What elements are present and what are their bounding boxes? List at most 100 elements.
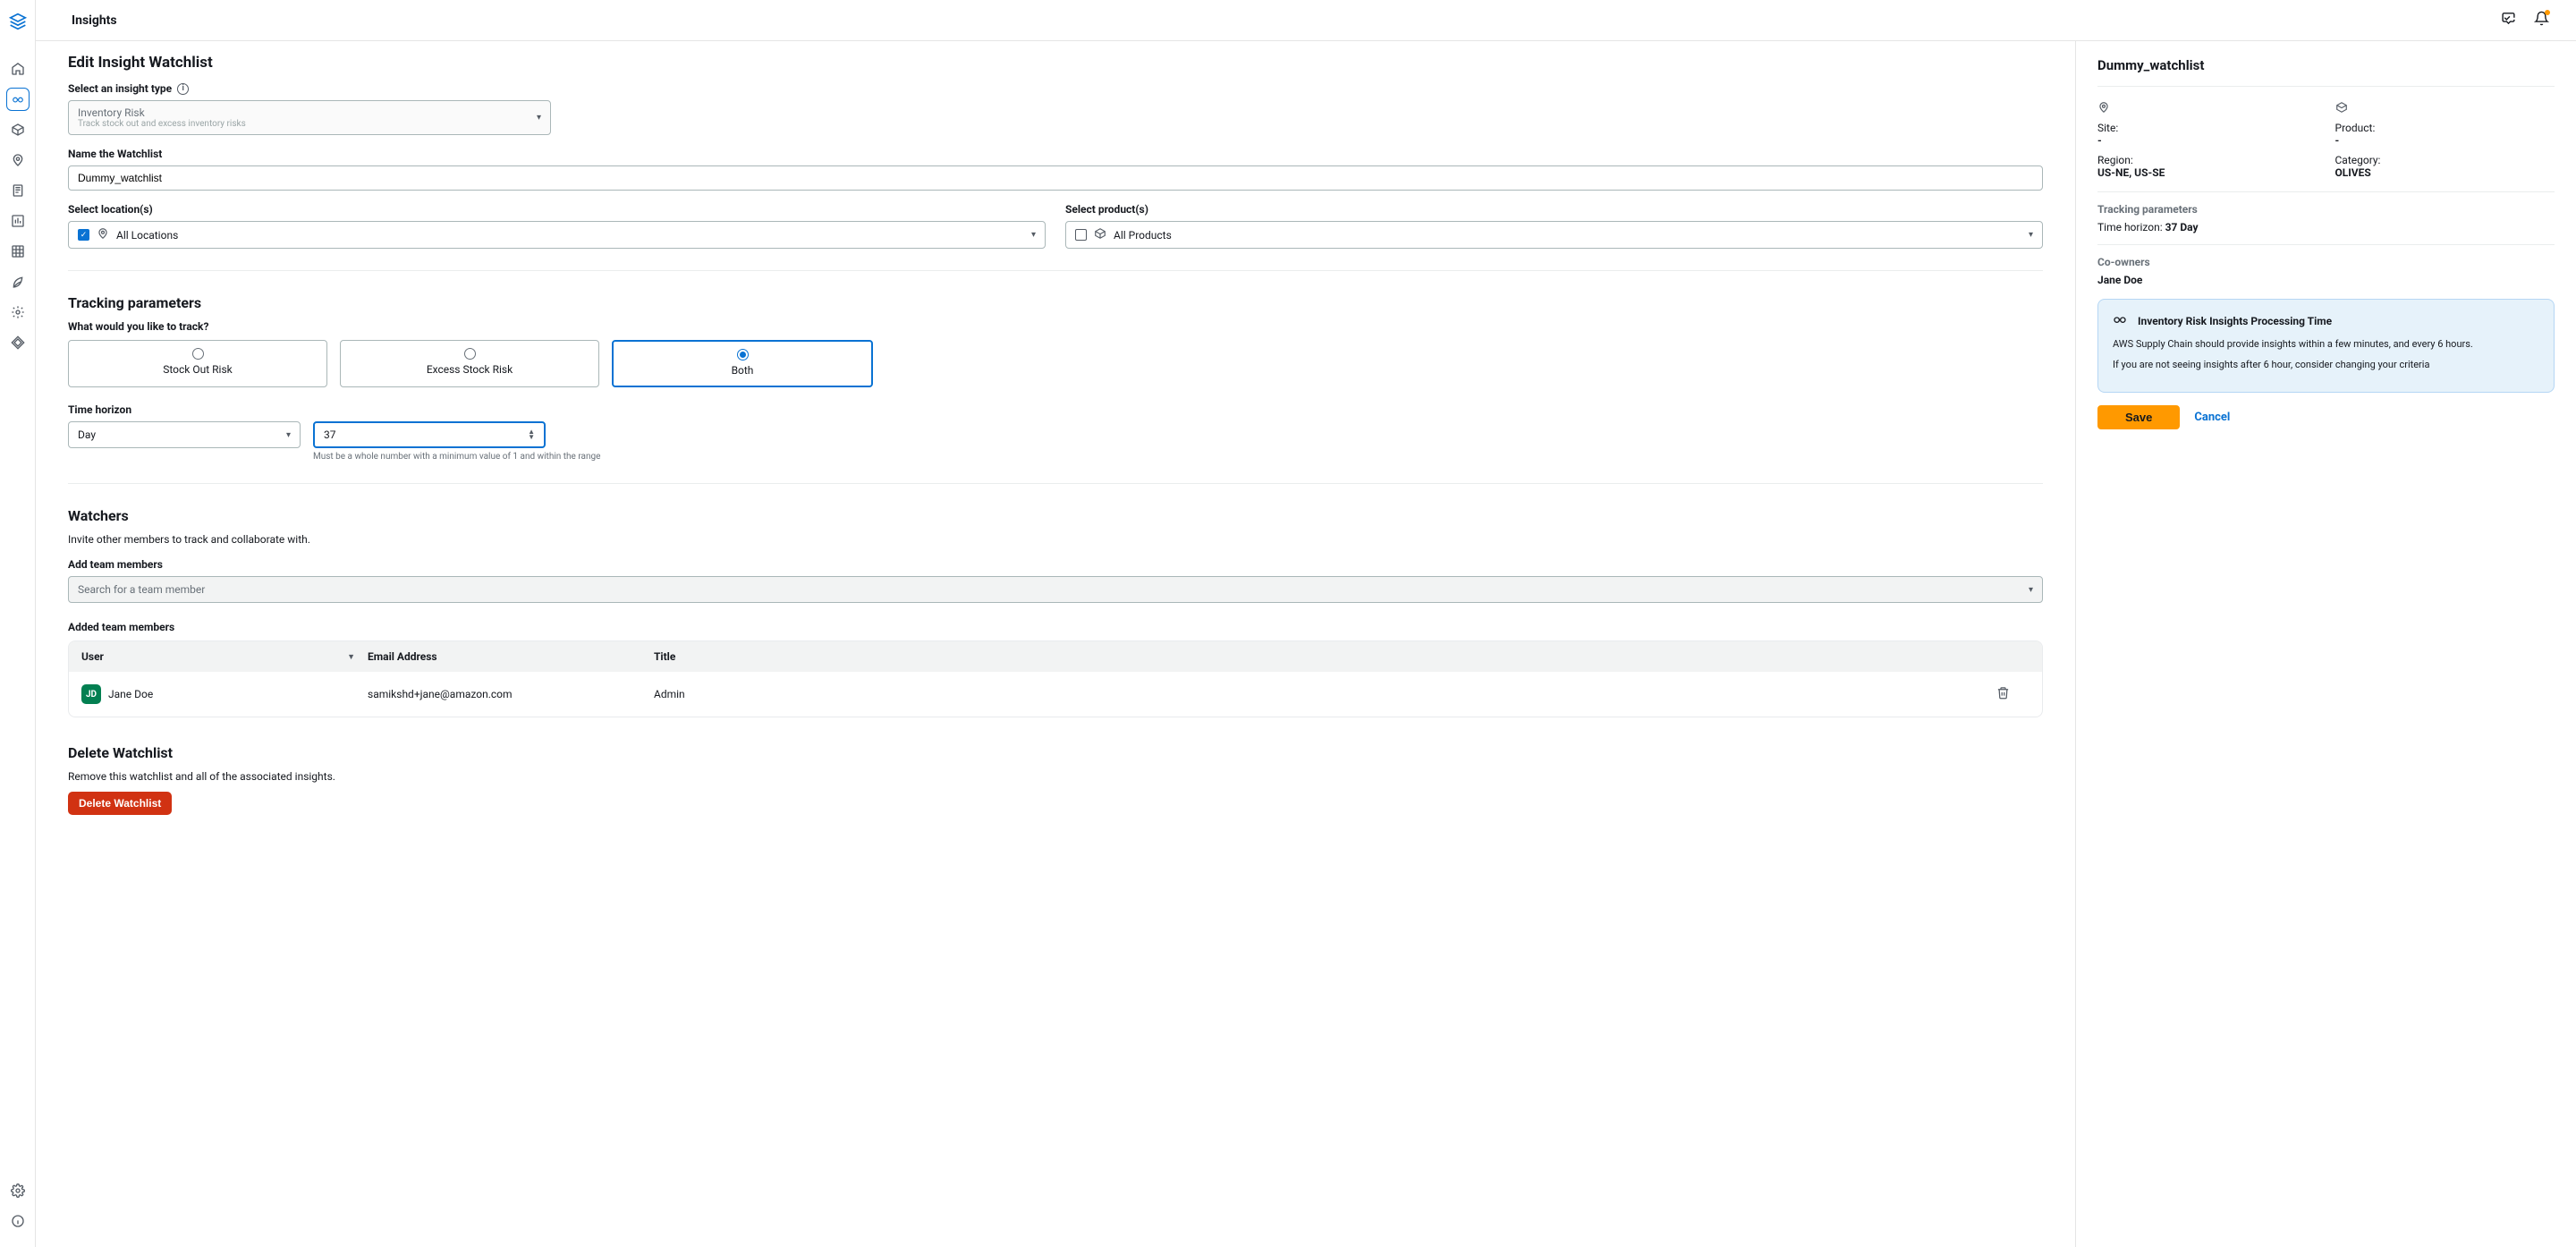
- chevron-down-icon: ▾: [286, 430, 291, 440]
- panel-time-horizon-value: 37 Day: [2165, 221, 2199, 233]
- region-value: US-NE, US-SE: [2097, 166, 2318, 179]
- nav-home-icon[interactable]: [6, 57, 30, 81]
- locations-select[interactable]: ✓ All Locations ▾: [68, 221, 1046, 249]
- panel-tracking-title: Tracking parameters: [2097, 203, 2555, 216]
- region-label: Region:: [2097, 154, 2318, 166]
- category-label: Category:: [2335, 154, 2555, 166]
- product-value: -: [2335, 134, 2555, 147]
- watchers-description: Invite other members to track and collab…: [68, 533, 2043, 546]
- add-members-label: Add team members: [68, 558, 2043, 571]
- nav-diamond-icon[interactable]: [6, 331, 30, 354]
- insight-type-title: Inventory Risk: [78, 106, 246, 119]
- info-box: Inventory Risk Insights Processing Time …: [2097, 299, 2555, 393]
- panel-title: Dummy_watchlist: [2097, 57, 2555, 87]
- radio-label: Both: [732, 364, 754, 377]
- products-select[interactable]: All Products ▾: [1065, 221, 2043, 249]
- products-checkbox[interactable]: [1075, 229, 1087, 241]
- info-icon[interactable]: i: [177, 83, 189, 95]
- site-value: -: [2097, 134, 2318, 147]
- left-nav: [0, 0, 36, 1247]
- info-box-line1: AWS Supply Chain should provide insights…: [2113, 338, 2539, 350]
- member-email: samikshd+jane@amazon.com: [368, 688, 654, 700]
- avatar: JD: [81, 684, 101, 704]
- chevron-down-icon: ▾: [2029, 230, 2033, 240]
- nav-document-icon[interactable]: [6, 179, 30, 202]
- stepper-icon[interactable]: ▲▼: [528, 429, 535, 440]
- products-label: Select product(s): [1065, 203, 2043, 216]
- member-name: Jane Doe: [108, 688, 153, 700]
- time-horizon-value: 37: [324, 428, 336, 441]
- tracking-parameters-heading: Tracking parameters: [68, 294, 2043, 311]
- feedback-icon[interactable]: [2501, 11, 2516, 30]
- locations-checkbox[interactable]: ✓: [78, 229, 89, 241]
- time-horizon-unit: Day: [78, 428, 96, 441]
- main-content: Edit Insight Watchlist Select an insight…: [36, 41, 2075, 1247]
- radio-indicator: [737, 349, 749, 361]
- nav-chart-icon[interactable]: [6, 209, 30, 233]
- nav-package-icon[interactable]: [6, 118, 30, 141]
- notifications-icon[interactable]: [2534, 11, 2549, 30]
- delete-watchlist-button[interactable]: Delete Watchlist: [68, 792, 172, 815]
- nav-grid-icon[interactable]: [6, 240, 30, 263]
- radio-label: Stock Out Risk: [163, 363, 232, 376]
- time-horizon-value-input[interactable]: 37 ▲▼: [313, 421, 546, 448]
- nav-gear-icon[interactable]: [6, 301, 30, 324]
- summary-panel: Dummy_watchlist Site: - Region: US-NE, U…: [2075, 41, 2576, 1247]
- insight-type-select[interactable]: Inventory Risk Track stock out and exces…: [68, 100, 551, 135]
- member-search-select[interactable]: Search for a team member ▾: [68, 576, 2043, 603]
- category-value: OLIVES: [2335, 166, 2555, 179]
- package-icon: [1094, 227, 1106, 242]
- time-horizon-unit-select[interactable]: Day ▾: [68, 421, 301, 448]
- radio-stock-out[interactable]: Stock Out Risk: [68, 340, 327, 387]
- radio-both[interactable]: Both: [612, 340, 873, 387]
- chevron-down-icon: ▾: [537, 113, 541, 123]
- nav-info-icon[interactable]: [6, 1209, 30, 1233]
- cancel-button[interactable]: Cancel: [2194, 411, 2230, 424]
- product-icon: [2335, 101, 2555, 116]
- watchers-heading: Watchers: [68, 507, 2043, 524]
- tracking-question: What would you like to track?: [68, 320, 2043, 333]
- insights-icon: [2113, 312, 2127, 329]
- location-icon: [2097, 101, 2318, 116]
- product-label: Product:: [2335, 122, 2555, 134]
- page-title: Insights: [72, 13, 117, 28]
- sort-down-icon: ▼: [347, 652, 368, 662]
- col-header-title: Title: [654, 650, 1976, 663]
- radio-label: Excess Stock Risk: [427, 363, 513, 376]
- member-title: Admin: [654, 688, 1976, 700]
- trash-icon[interactable]: [1996, 690, 2010, 702]
- header: Insights: [36, 0, 2576, 41]
- col-header-user[interactable]: User▼: [81, 650, 368, 663]
- locations-label: Select location(s): [68, 203, 1046, 216]
- insight-type-description: Track stock out and excess inventory ris…: [78, 119, 246, 129]
- nav-leaf-icon[interactable]: [6, 270, 30, 293]
- table-row: JD Jane Doe samikshd+jane@amazon.com Adm…: [69, 672, 2042, 717]
- member-search-placeholder: Search for a team member: [78, 583, 205, 596]
- nav-insights-icon[interactable]: [6, 88, 30, 111]
- col-header-email: Email Address: [368, 650, 654, 663]
- location-pin-icon: [97, 227, 109, 242]
- site-label: Site:: [2097, 122, 2318, 134]
- panel-coowner: Jane Doe: [2097, 274, 2555, 286]
- watchlist-name-input[interactable]: [78, 172, 2033, 184]
- all-locations-text: All Locations: [116, 229, 178, 242]
- select-insight-label: Select an insight type i: [68, 82, 2043, 95]
- panel-time-horizon-label: Time horizon:: [2097, 221, 2163, 233]
- time-horizon-hint: Must be a whole number with a minimum va…: [313, 452, 2043, 462]
- nav-location-icon[interactable]: [6, 148, 30, 172]
- app-logo-icon: [9, 13, 27, 34]
- added-members-label: Added team members: [68, 621, 2043, 633]
- time-horizon-label: Time horizon: [68, 403, 2043, 416]
- delete-heading: Delete Watchlist: [68, 744, 2043, 761]
- save-button[interactable]: Save: [2097, 405, 2180, 429]
- delete-description: Remove this watchlist and all of the ass…: [68, 770, 2043, 783]
- radio-indicator: [464, 348, 476, 360]
- nav-settings-icon[interactable]: [6, 1179, 30, 1202]
- notification-indicator: [2545, 10, 2550, 15]
- edit-watchlist-heading: Edit Insight Watchlist: [68, 54, 2043, 72]
- radio-indicator: [192, 348, 204, 360]
- chevron-down-icon: ▾: [1031, 230, 1036, 240]
- name-watchlist-label: Name the Watchlist: [68, 148, 2043, 160]
- radio-excess-stock[interactable]: Excess Stock Risk: [340, 340, 599, 387]
- info-box-title: Inventory Risk Insights Processing Time: [2138, 315, 2332, 327]
